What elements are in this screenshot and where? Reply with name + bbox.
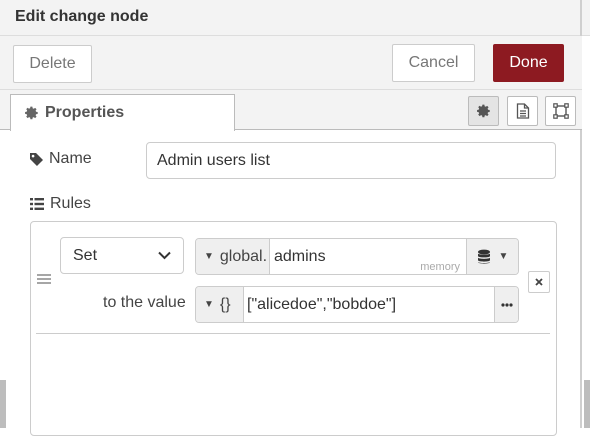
target-type-label: global. [219,247,268,265]
caret-down-icon: ▼ [204,299,214,310]
rules-label-text: Rules [50,195,91,212]
gear-icon [25,106,38,120]
ellipsis-icon [500,302,513,307]
name-input[interactable] [146,142,556,179]
tab-description[interactable] [507,96,538,126]
rule-action-select[interactable]: Set [60,237,184,274]
tray-toolbar: Delete Cancel Done [0,36,582,90]
list-icon [30,198,44,210]
cancel-button[interactable]: Cancel [392,44,475,82]
json-value[interactable]: ["alicedoe","bobdoe"] [247,287,396,322]
tab-properties-label: Properties [45,104,125,121]
rules-label: Rules [30,195,91,213]
context-store-selector[interactable]: ▼ [466,239,518,274]
expand-editor-button[interactable] [494,287,518,322]
drag-handle-icon[interactable] [37,272,53,288]
remove-rule-button[interactable] [528,271,550,293]
delete-button[interactable]: Delete [13,45,92,83]
tab-appearance[interactable] [545,96,576,126]
close-icon [535,278,543,286]
tray-header-title: Edit change node [0,0,590,36]
value-type-selector[interactable]: ▼ {} [196,287,244,322]
target-value[interactable]: admins [274,239,326,274]
right-scrollbar[interactable] [584,380,590,428]
database-icon [477,249,490,264]
frame-icon [552,103,569,119]
caret-down-icon: ▼ [498,251,509,262]
done-button[interactable]: Done [493,44,564,82]
tab-properties[interactable]: Properties [10,94,235,131]
rule-value-input[interactable]: ▼ {} ["alicedoe","bobdoe"] [195,286,519,323]
value-type-label: {} [219,295,231,313]
rule-action-value: Set [73,246,98,264]
rule-target-input[interactable]: ▼ global. admins memory ▼ [195,238,519,275]
tab-settings[interactable] [468,96,499,126]
tag-icon [30,152,43,166]
to-value-label: to the value [103,294,186,311]
chevron-down-icon [158,251,171,260]
left-scrollbar[interactable] [0,380,6,428]
name-label-text: Name [49,150,92,167]
name-label: Name [30,150,92,168]
document-icon [516,103,529,119]
target-type-selector[interactable]: ▼ global. [196,239,270,274]
gear-icon [476,104,490,118]
caret-down-icon: ▼ [204,251,214,262]
context-store-hint: memory [420,261,460,273]
